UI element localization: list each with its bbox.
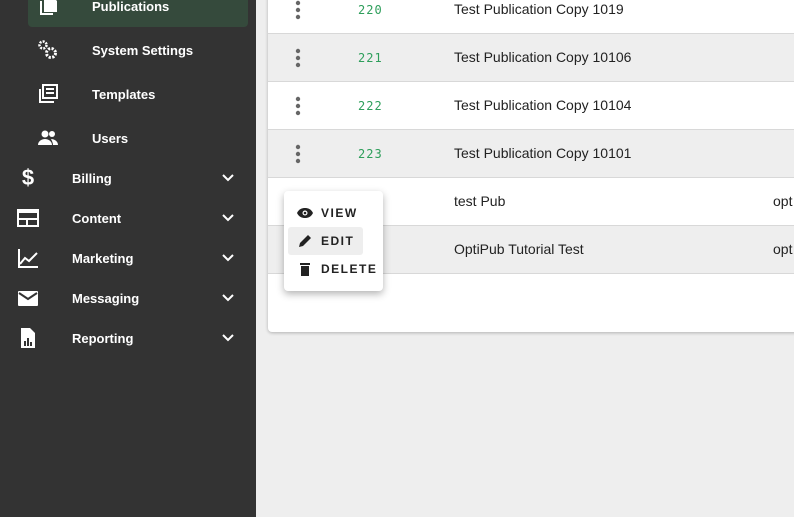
table-row[interactable]: 222 Test Publication Copy 10104	[268, 82, 794, 130]
envelope-icon	[17, 287, 39, 309]
publication-id[interactable]: 222	[358, 99, 383, 113]
file-copy-icon	[37, 0, 59, 17]
more-vert-icon[interactable]	[290, 46, 306, 70]
chart-line-icon	[17, 247, 39, 269]
more-vert-icon[interactable]	[290, 94, 306, 118]
more-vert-icon[interactable]	[290, 142, 306, 166]
row-actions-menu: VIEW EDIT DELETE	[284, 191, 383, 291]
newspaper-icon	[37, 83, 59, 105]
gears-icon	[37, 39, 59, 61]
content-icon	[17, 207, 39, 229]
publication-name: Test Publication Copy 1019	[454, 1, 624, 17]
publication-name: OptiPub Tutorial Test	[454, 241, 584, 257]
more-vert-icon[interactable]	[290, 0, 306, 22]
sidebar-item-templates[interactable]: Templates	[0, 74, 256, 114]
publication-id[interactable]: 221	[358, 51, 383, 65]
table-row[interactable]: 220 Test Publication Copy 1019	[268, 0, 794, 34]
report-icon	[17, 327, 39, 349]
publication-name: Test Publication Copy 10101	[454, 145, 632, 161]
menu-item-delete[interactable]: DELETE	[284, 255, 383, 283]
pencil-icon	[299, 235, 311, 247]
sidebar: Publications System Settings Templates U…	[0, 0, 256, 517]
publication-id[interactable]: 223	[358, 147, 383, 161]
eye-icon	[297, 208, 313, 218]
users-icon	[37, 127, 59, 149]
sidebar-group-billing[interactable]: $ Billing	[0, 158, 256, 198]
sidebar-item-system-settings[interactable]: System Settings	[0, 30, 256, 70]
table-row[interactable]: 223 Test Publication Copy 10101	[268, 130, 794, 178]
publication-extra: opt	[773, 241, 793, 257]
chevron-down-icon[interactable]	[219, 289, 237, 307]
sidebar-item-users[interactable]: Users	[0, 118, 256, 158]
chevron-down-icon[interactable]	[219, 209, 237, 227]
trash-icon	[300, 263, 310, 276]
sidebar-group-reporting[interactable]: Reporting	[0, 318, 256, 358]
publication-id[interactable]: 220	[358, 3, 383, 17]
publication-name: test Pub	[454, 193, 506, 209]
menu-item-edit[interactable]: EDIT	[288, 227, 363, 255]
sidebar-item-publications[interactable]: Publications	[0, 0, 256, 26]
chevron-down-icon[interactable]	[219, 169, 237, 187]
table-row[interactable]: 221 Test Publication Copy 10106	[268, 34, 794, 82]
sidebar-group-marketing[interactable]: Marketing	[0, 238, 256, 278]
sidebar-group-content[interactable]: Content	[0, 198, 256, 238]
chevron-down-icon[interactable]	[219, 329, 237, 347]
publication-name: Test Publication Copy 10106	[454, 49, 632, 65]
menu-item-view[interactable]: VIEW	[284, 199, 383, 227]
chevron-down-icon[interactable]	[219, 249, 237, 267]
sidebar-group-messaging[interactable]: Messaging	[0, 278, 256, 318]
dollar-icon: $	[21, 165, 35, 190]
publication-name: Test Publication Copy 10104	[454, 97, 632, 113]
publication-extra: opt	[773, 193, 793, 209]
